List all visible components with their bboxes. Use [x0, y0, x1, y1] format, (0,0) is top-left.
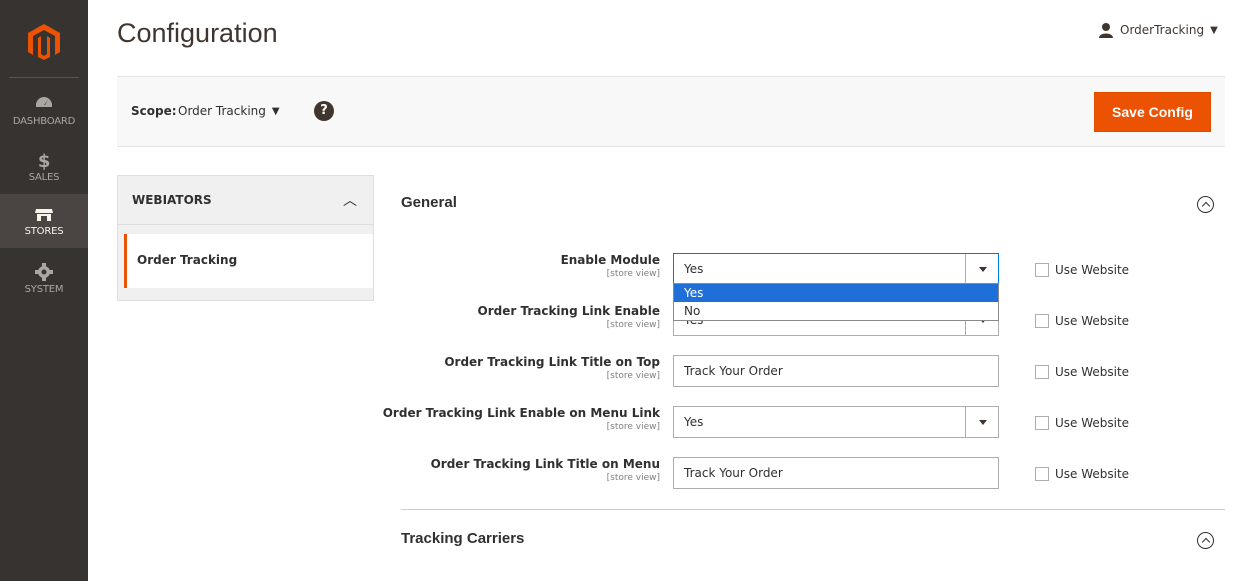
enable-module-dropdown-list: Yes No — [673, 283, 999, 321]
use-website-label: Use Website — [1055, 416, 1130, 430]
field-label: Order Tracking Link Title on Top — [444, 355, 660, 369]
section-general-title[interactable]: General — [401, 194, 457, 211]
field-scope: [store view] — [606, 422, 660, 432]
scope-bar: Scope: Order Tracking ▼ ? Save Config — [117, 76, 1225, 147]
field-scope: [store view] — [606, 473, 660, 483]
field-label: Order Tracking Link Enable on Menu Link — [382, 406, 660, 420]
input-value: Track Your Order — [684, 466, 783, 480]
tab-order-tracking[interactable]: Order Tracking — [124, 234, 373, 288]
config-tabs: WEBIATORS ︿ Order Tracking — [117, 175, 374, 301]
nav-sales-label: SALES — [28, 172, 60, 183]
nav-stores[interactable]: STORES — [0, 194, 88, 248]
store-icon — [35, 209, 53, 221]
checkbox[interactable] — [1035, 416, 1049, 430]
dropdown-option-no[interactable]: No — [674, 302, 998, 320]
magento-logo[interactable] — [24, 22, 64, 62]
select-value: Yes — [684, 262, 704, 276]
field-scope: [store view] — [606, 269, 660, 279]
link-title-menu-input[interactable]: Track Your Order — [673, 457, 999, 489]
chevron-down-icon — [979, 267, 987, 272]
input-value: Track Your Order — [684, 364, 783, 378]
tab-order-tracking-label: Order Tracking — [137, 253, 238, 267]
nav-stores-label: STORES — [24, 226, 64, 237]
field-label: Order Tracking Link Enable — [477, 304, 660, 318]
help-icon[interactable]: ? — [314, 101, 334, 121]
nav-dashboard[interactable]: DASHBOARD — [0, 92, 88, 136]
section-tracking-carriers-collapse-icon[interactable] — [1197, 532, 1214, 549]
use-website-checkbox[interactable]: Use Website — [1035, 314, 1129, 328]
page-title: Configuration — [117, 18, 278, 48]
section-general-collapse-icon[interactable] — [1197, 196, 1214, 213]
field-label: Order Tracking Link Title on Menu — [430, 457, 660, 471]
use-website-label: Use Website — [1055, 263, 1130, 277]
scope-value: Order Tracking — [178, 104, 266, 118]
use-website-checkbox[interactable]: Use Website — [1035, 416, 1129, 430]
nav-system[interactable]: SYSTEM — [0, 260, 88, 304]
field-scope: [store view] — [606, 320, 660, 330]
logo-divider — [9, 77, 79, 78]
use-website-label: Use Website — [1055, 314, 1130, 328]
nav-system-label: SYSTEM — [24, 284, 64, 295]
chevron-down-icon: ▼ — [271, 105, 280, 117]
admin-sidebar: DASHBOARD $ SALES STORES SYSTEM — [0, 0, 88, 581]
dashboard-icon — [36, 97, 52, 107]
tab-group-header[interactable]: WEBIATORS ︿ — [118, 176, 373, 225]
checkbox[interactable] — [1035, 314, 1049, 328]
section-divider — [401, 509, 1225, 510]
chevron-down-icon: ▼ — [1210, 24, 1218, 36]
dollar-icon: $ — [38, 151, 51, 170]
use-website-label: Use Website — [1055, 467, 1130, 481]
nav-sales[interactable]: $ SALES — [0, 148, 88, 192]
user-name: OrderTracking — [1120, 23, 1205, 37]
dropdown-option-yes[interactable]: Yes — [674, 284, 998, 302]
use-website-label: Use Website — [1055, 365, 1130, 379]
use-website-checkbox[interactable]: Use Website — [1035, 467, 1129, 481]
chevron-up-icon[interactable]: ︿ — [343, 190, 357, 210]
field-row-link-title-top: Order Tracking Link Title on Top [store … — [380, 355, 1225, 399]
link-title-top-input[interactable]: Track Your Order — [673, 355, 999, 387]
use-website-checkbox[interactable]: Use Website — [1035, 365, 1129, 379]
save-config-button[interactable]: Save Config — [1094, 92, 1211, 132]
select-value: Yes — [684, 415, 704, 429]
use-website-checkbox[interactable]: Use Website — [1035, 263, 1129, 277]
checkbox[interactable] — [1035, 467, 1049, 481]
field-scope: [store view] — [606, 371, 660, 381]
user-icon — [1099, 23, 1113, 38]
field-label: Enable Module — [560, 253, 660, 267]
svg-text:$: $ — [38, 151, 50, 170]
field-row-link-enable-menu: Order Tracking Link Enable on Menu Link … — [380, 406, 1225, 450]
nav-dashboard-label: DASHBOARD — [12, 116, 76, 127]
scope-switcher[interactable]: Order Tracking ▼ — [178, 104, 280, 118]
link-enable-menu-select[interactable]: Yes — [673, 406, 999, 438]
field-row-link-title-menu: Order Tracking Link Title on Menu [store… — [380, 457, 1225, 501]
checkbox[interactable] — [1035, 365, 1049, 379]
tab-group-title: WEBIATORS — [132, 193, 212, 207]
user-menu[interactable]: OrderTracking ▼ — [1098, 22, 1218, 38]
gear-icon — [35, 263, 53, 281]
scope-label: Scope: — [131, 104, 177, 118]
enable-module-select[interactable]: Yes — [673, 253, 999, 285]
chevron-down-icon — [979, 420, 987, 425]
section-tracking-carriers-title[interactable]: Tracking Carriers — [401, 530, 524, 547]
checkbox[interactable] — [1035, 263, 1049, 277]
